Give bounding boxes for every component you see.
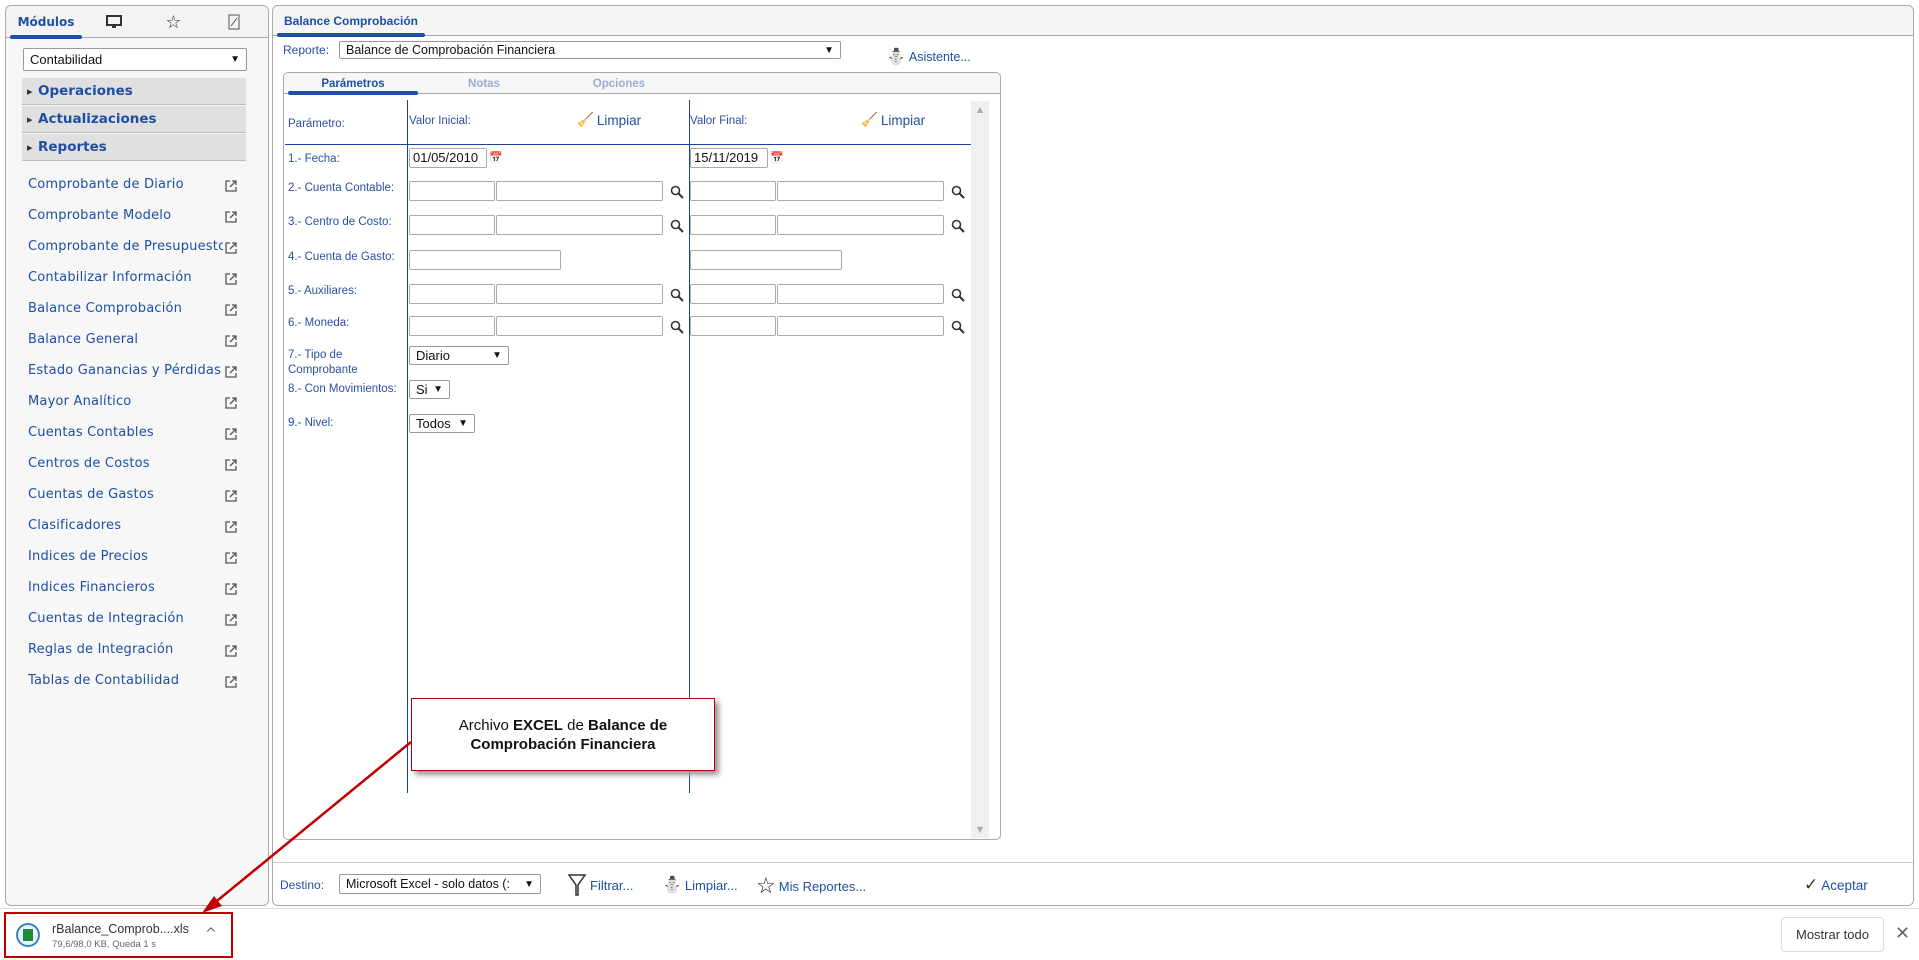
callout-arrow: [202, 741, 412, 913]
callout-box: Archivo EXCEL de Balance de Comprobación…: [411, 698, 715, 771]
callout-text: Archivo EXCEL de Balance de Comprobación…: [458, 716, 668, 753]
